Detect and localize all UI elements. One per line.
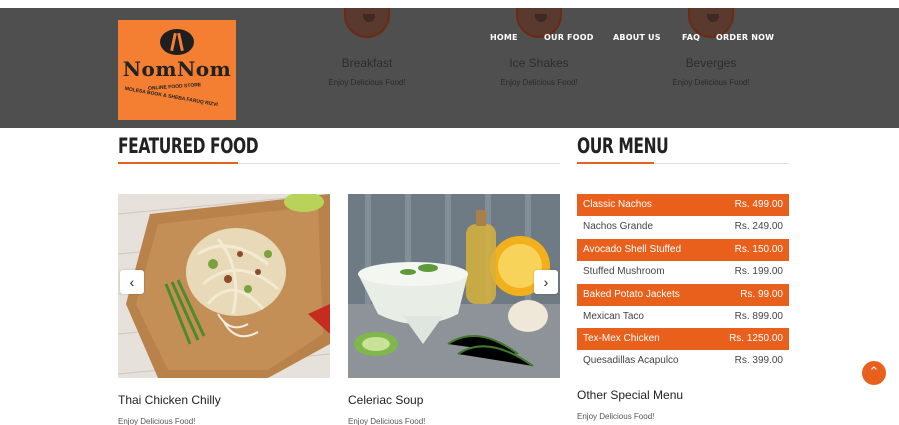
menu-item-name: Avocado Shell Stuffed bbox=[583, 244, 682, 255]
logo-name: NomNom bbox=[122, 57, 232, 81]
menu-item-name: Classic Nachos bbox=[583, 199, 652, 210]
menu-item[interactable]: Stuffed Mushroom Rs. 199.00 bbox=[577, 261, 789, 283]
fork-spoon-icon bbox=[160, 29, 194, 55]
menu-item[interactable]: Nachos Grande Rs. 249.00 bbox=[577, 216, 789, 238]
menu-item-name: Quesadillas Acapulco bbox=[583, 355, 679, 366]
menu-item[interactable]: Avocado Shell Stuffed Rs. 150.00 bbox=[577, 239, 789, 261]
top-strip bbox=[0, 0, 899, 8]
featured-title: FEATURED FOOD bbox=[118, 134, 259, 158]
menu-item[interactable]: Baked Potato Jackets Rs. 99.00 bbox=[577, 284, 789, 306]
menu-item[interactable]: Quesadillas Acapulco Rs. 399.00 bbox=[577, 350, 789, 372]
carousel-prev-button[interactable]: ‹ bbox=[120, 270, 144, 294]
menu-item[interactable]: Tex-Mex Chicken Rs. 1250.00 bbox=[577, 328, 789, 350]
menu-item-name: Tex-Mex Chicken bbox=[583, 333, 660, 344]
menu-item-price: Rs. 199.00 bbox=[734, 266, 783, 277]
menu-item-name: Baked Potato Jackets bbox=[583, 289, 680, 300]
site-logo[interactable]: NomNom ONLINE FOOD STORE MOLESA BOOK & S… bbox=[118, 20, 236, 120]
carousel-next-button[interactable]: › bbox=[534, 270, 558, 294]
menu-item-price: Rs. 899.00 bbox=[734, 311, 783, 322]
menu-item[interactable]: Classic Nachos Rs. 499.00 bbox=[577, 194, 789, 216]
category-subtitle: Enjoy Delicious Food! bbox=[672, 78, 750, 87]
category-breakfast: Breakfast Enjoy Delicious Food! bbox=[297, 8, 437, 87]
menu-item[interactable]: Mexican Taco Rs. 899.00 bbox=[577, 306, 789, 328]
food-image-thai-chicken-chilly[interactable] bbox=[118, 194, 330, 378]
category-title: Breakfast bbox=[341, 56, 393, 70]
category-subtitle: Enjoy Delicious Food! bbox=[500, 78, 578, 87]
category-beverges: Beverges Enjoy Delicious Food! bbox=[641, 8, 781, 87]
nav-order-now[interactable]: ORDER NOW bbox=[716, 33, 774, 42]
menu-title: OUR MENU bbox=[577, 134, 669, 158]
food-name[interactable]: Celeriac Soup bbox=[348, 393, 423, 407]
chevron-right-icon: › bbox=[543, 274, 549, 290]
featured-accent bbox=[118, 162, 238, 164]
menu-item-price: Rs. 399.00 bbox=[734, 355, 783, 366]
food-subtitle: Enjoy Delicious Food! bbox=[348, 417, 426, 425]
menu-item-name: Nachos Grande bbox=[583, 221, 654, 232]
chevron-up-icon: ⌃ bbox=[868, 364, 880, 379]
category-title: Beverges bbox=[685, 56, 737, 70]
nav-faq[interactable]: FAQ bbox=[682, 33, 700, 42]
chevron-left-icon: ‹ bbox=[129, 274, 135, 290]
menu-item-price: Rs. 249.00 bbox=[734, 221, 783, 232]
food-image-celeriac-soup[interactable] bbox=[348, 194, 560, 378]
menu-item-price: Rs. 1250.00 bbox=[729, 333, 783, 344]
food-subtitle: Enjoy Delicious Food! bbox=[118, 417, 196, 425]
other-menu-subtitle: Enjoy Delicious Food! bbox=[577, 412, 655, 421]
category-ice-shakes: Ice Shakes Enjoy Delicious Food! bbox=[469, 8, 609, 87]
nav-home[interactable]: HOME bbox=[490, 33, 518, 42]
food-name[interactable]: Thai Chicken Chilly bbox=[118, 393, 221, 407]
menu-item-name: Mexican Taco bbox=[583, 311, 644, 322]
category-title: Ice Shakes bbox=[509, 56, 569, 70]
menu-item-price: Rs. 99.00 bbox=[740, 289, 783, 300]
scroll-to-top-button[interactable]: ⌃ bbox=[862, 361, 886, 385]
menu-item-price: Rs. 499.00 bbox=[734, 199, 783, 210]
nav-our-food[interactable]: OUR FOOD bbox=[544, 33, 594, 42]
menu-accent bbox=[577, 162, 654, 164]
menu-item-price: Rs. 150.00 bbox=[734, 244, 783, 255]
other-menu-title[interactable]: Other Special Menu bbox=[577, 388, 683, 402]
category-subtitle: Enjoy Delicious Food! bbox=[328, 78, 406, 87]
menu-item-name: Stuffed Mushroom bbox=[583, 266, 665, 277]
nav-about-us[interactable]: ABOUT US bbox=[613, 33, 661, 42]
